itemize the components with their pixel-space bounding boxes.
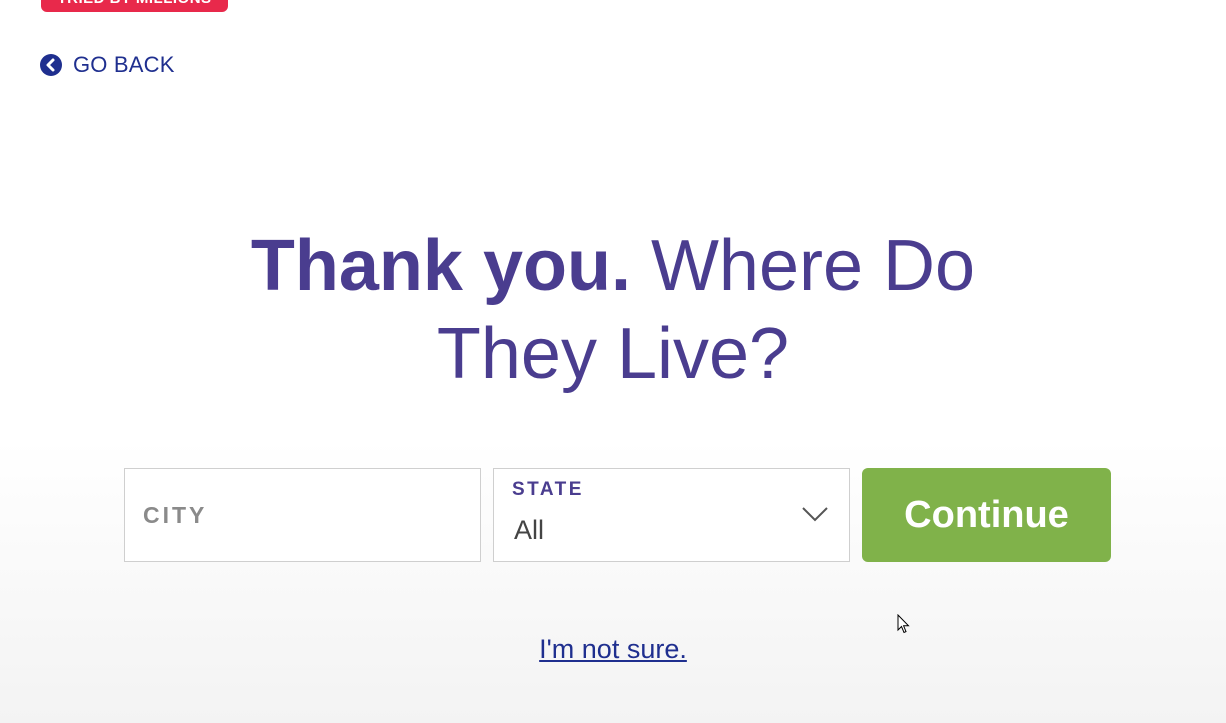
state-label: STATE <box>512 479 584 500</box>
headline-bold: Thank you. <box>250 226 631 306</box>
city-field-container <box>124 468 481 562</box>
go-back-label: GO BACK <box>73 52 175 77</box>
city-input[interactable] <box>125 469 480 561</box>
headline-line-1: Thank you. Where Do <box>0 222 1226 310</box>
state-selected-value: All <box>514 515 545 545</box>
mouse-cursor-icon <box>897 614 910 634</box>
chevron-down-icon <box>801 505 829 523</box>
tried-by-millions-badge: TRIED BY MILLIONS <box>41 0 228 12</box>
headline-light-1: Where Do <box>630 226 976 306</box>
not-sure-container: I'm not sure. <box>0 634 1226 665</box>
headline-line-2: They Live? <box>436 314 790 394</box>
state-select[interactable]: STATE All <box>493 468 850 562</box>
chevron-left-circle-icon <box>40 54 62 76</box>
continue-button[interactable]: Continue <box>862 468 1111 562</box>
page-headline: Thank you. Where Do They Live? <box>0 222 1226 398</box>
not-sure-link[interactable]: I'm not sure. <box>539 634 687 664</box>
go-back-link[interactable]: GO BACK <box>40 52 175 78</box>
